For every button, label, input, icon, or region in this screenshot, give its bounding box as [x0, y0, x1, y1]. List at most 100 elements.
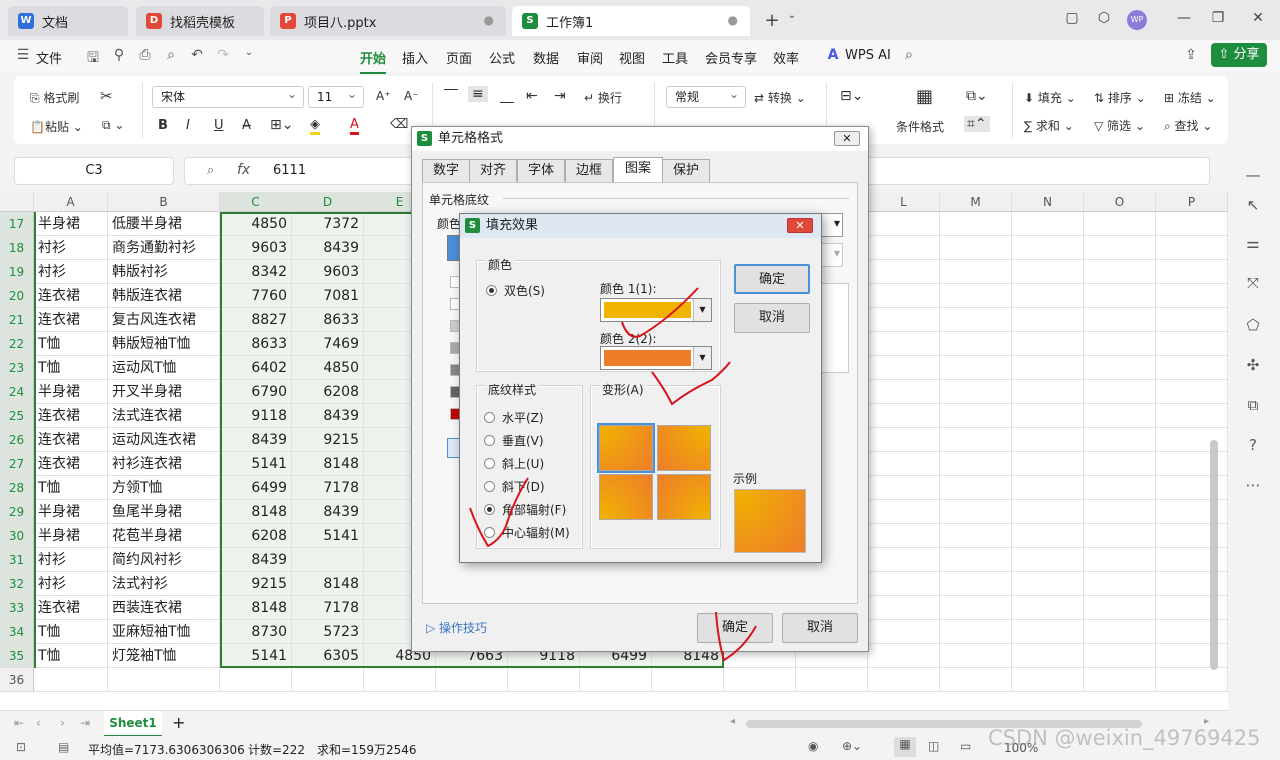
menu-data[interactable]: 数据 [533, 48, 559, 67]
grid-cell[interactable] [940, 524, 1012, 548]
grid-cell[interactable]: 8439 [220, 548, 292, 572]
grid-cell[interactable]: 4850 [220, 212, 292, 236]
grid-cell[interactable]: 法式衬衫 [108, 572, 220, 596]
menu-formula[interactable]: 公式 [489, 48, 515, 67]
grid-cell[interactable]: 衬衫 [34, 260, 108, 284]
font-size-select[interactable]: 11 [308, 84, 364, 108]
menu-insert[interactable]: 插入 [402, 48, 428, 67]
grid-cell[interactable] [868, 644, 940, 668]
cut-icon[interactable]: ✂ [100, 87, 113, 105]
grid-cell[interactable] [1084, 332, 1156, 356]
last-sheet-icon[interactable]: ⇥ [80, 716, 90, 730]
grid-cell[interactable]: 开叉半身裙 [108, 380, 220, 404]
menu-tools[interactable]: 工具 [662, 48, 688, 67]
print-preview-icon[interactable]: ⌕ [162, 47, 180, 65]
tips-link[interactable]: ▷ 操作技巧 [426, 619, 487, 636]
statistics-icon[interactable]: ▤ [58, 740, 69, 754]
grid-cell[interactable] [1084, 476, 1156, 500]
menu-wps-ai[interactable]: WPS AI [845, 48, 891, 63]
clear-format-icon[interactable]: ⌫ [390, 117, 408, 132]
next-sheet-icon[interactable]: › [60, 716, 65, 730]
grid-cell[interactable] [1012, 476, 1084, 500]
row-header[interactable]: 19 [0, 260, 34, 284]
column-header-P[interactable]: P [1156, 192, 1228, 212]
transform-icon[interactable]: ⤧ [1242, 274, 1264, 296]
grid-cell[interactable] [868, 452, 940, 476]
strikethrough-icon[interactable]: A̶ [242, 118, 251, 133]
row-header[interactable]: 30 [0, 524, 34, 548]
ok-button[interactable]: 确定 [697, 613, 773, 643]
row-header[interactable]: 23 [0, 356, 34, 380]
color2-select[interactable]: ▼ [600, 346, 712, 370]
row-header[interactable]: 24 [0, 380, 34, 404]
grid-cell[interactable] [868, 668, 940, 692]
grid-cell[interactable] [1012, 332, 1084, 356]
shape-icon[interactable]: ⬠ [1242, 316, 1264, 338]
bold-icon[interactable]: B [158, 118, 168, 133]
grid-cell[interactable]: 6790 [220, 380, 292, 404]
avatar[interactable]: WP [1127, 10, 1147, 30]
grid-cell[interactable]: 6305 [292, 644, 364, 668]
grid-cell[interactable]: 7081 [292, 284, 364, 308]
row-header[interactable]: 26 [0, 428, 34, 452]
find-button[interactable]: ⌕ 查找 ⌄ [1164, 117, 1212, 134]
tab-protection[interactable]: 保护 [662, 159, 710, 182]
grid-cell[interactable]: 9603 [220, 236, 292, 260]
grid-cell[interactable] [1012, 236, 1084, 260]
increase-font-icon[interactable]: A⁺ [376, 89, 391, 103]
convert-button[interactable]: ⇄ 转换 ⌄ [754, 89, 806, 106]
row-header[interactable]: 31 [0, 548, 34, 572]
grid-cell[interactable] [868, 476, 940, 500]
grid-cell[interactable]: 8730 [220, 620, 292, 644]
grid-cell[interactable]: T恤 [34, 620, 108, 644]
indent-increase-icon[interactable]: ⇥ [554, 88, 566, 104]
grid-cell[interactable] [1012, 548, 1084, 572]
grid-cell[interactable] [1084, 236, 1156, 260]
grid-cell[interactable] [1084, 380, 1156, 404]
row-header[interactable]: 34 [0, 620, 34, 644]
grid-cell[interactable]: T恤 [34, 356, 108, 380]
grid-cell[interactable]: 简约风衬衫 [108, 548, 220, 572]
grid-cell[interactable]: 8148 [220, 500, 292, 524]
variant-top-left[interactable] [597, 423, 655, 473]
macro-icon[interactable]: ⊡ [16, 740, 26, 754]
grid-cell[interactable]: 低腰半身裙 [108, 212, 220, 236]
sum-button[interactable]: ∑ 求和 ⌄ [1024, 117, 1074, 134]
grid-cell[interactable]: 花苞半身裙 [108, 524, 220, 548]
grid-cell[interactable] [1084, 500, 1156, 524]
sort-button[interactable]: ⇅ 排序 ⌄ [1094, 89, 1146, 106]
grid-cell[interactable] [1012, 596, 1084, 620]
grid-cell[interactable] [868, 524, 940, 548]
grid-cell[interactable]: 连衣裙 [34, 452, 108, 476]
style-diagonal-down-radio[interactable]: 斜下(D) [484, 478, 545, 495]
row-header[interactable]: 35 [0, 644, 34, 668]
close-dot-icon[interactable]: ● [484, 13, 494, 27]
grid-cell[interactable]: 7178 [292, 596, 364, 620]
close-dot-icon[interactable]: ● [728, 13, 738, 27]
tab-workbook[interactable]: S 工作簿1 ● [512, 6, 750, 36]
grid-cell[interactable]: 8148 [292, 452, 364, 476]
window-mode-icon[interactable]: ▢ [1062, 10, 1082, 30]
grid-cell[interactable] [868, 332, 940, 356]
grid-cell[interactable] [1012, 380, 1084, 404]
grid-cell[interactable] [1012, 620, 1084, 644]
grid-cell[interactable] [868, 260, 940, 284]
grid-cell[interactable] [868, 620, 940, 644]
grid-cell[interactable] [1084, 260, 1156, 284]
crop-icon[interactable]: ⌗⌃ [964, 116, 990, 132]
grid-cell[interactable]: 韩版短袖T恤 [108, 332, 220, 356]
grid-cell[interactable] [1012, 308, 1084, 332]
grid-cell[interactable]: 运动风连衣裙 [108, 428, 220, 452]
grid-cell[interactable]: 商务通勤衬衫 [108, 236, 220, 260]
cube-icon[interactable]: ⬡ [1094, 10, 1114, 30]
style-from-center-radio[interactable]: 中心辐射(M) [484, 524, 570, 541]
font-name-select[interactable]: 宋体 [152, 84, 304, 108]
grid-cell[interactable]: 9215 [292, 428, 364, 452]
menu-home[interactable]: 开始 [360, 48, 387, 74]
grid-cell[interactable] [1012, 428, 1084, 452]
share-button[interactable]: ⇧ 分享 [1211, 43, 1267, 67]
grid-cell[interactable]: 6208 [220, 524, 292, 548]
borders-icon[interactable]: ⊞⌄ [270, 117, 293, 133]
grid-cell[interactable]: 7178 [292, 476, 364, 500]
redo-icon[interactable]: ↷ [214, 47, 232, 65]
